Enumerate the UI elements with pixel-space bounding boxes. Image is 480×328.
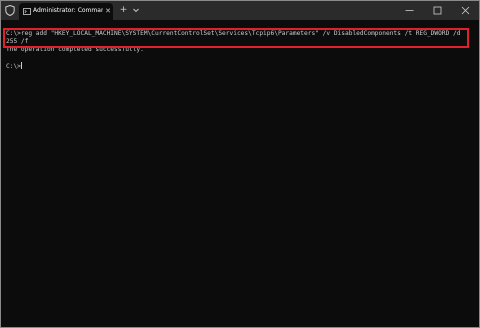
new-tab-button[interactable]: + [119,5,128,15]
close-window-button[interactable] [451,1,479,20]
title-bar[interactable]: Administrator: Command Pro ✕ + [1,1,479,20]
terminal-icon [23,8,31,15]
prompt-line: C:\> [6,62,476,71]
terminal-output-area[interactable]: C:\>reg add "HKEY_LOCAL_MACHINE\SYSTEM\C… [1,20,479,327]
command-highlight-box [3,28,469,48]
chevron-down-icon[interactable] [132,6,140,14]
maximize-button[interactable] [423,1,451,20]
terminal-window: Administrator: Command Pro ✕ + C:\>reg a… [0,0,480,328]
maximize-icon [433,6,441,15]
close-icon [461,6,469,15]
tab-command-prompt[interactable]: Administrator: Command Pro ✕ [19,3,113,20]
minimize-icon [405,10,413,11]
shield-icon [5,5,15,16]
minimize-button[interactable] [395,1,423,20]
tab-title: Administrator: Command Pro [33,7,103,14]
text-cursor [20,62,22,69]
prompt-text: C:\> [6,63,21,70]
tab-close-button[interactable]: ✕ [104,6,112,16]
